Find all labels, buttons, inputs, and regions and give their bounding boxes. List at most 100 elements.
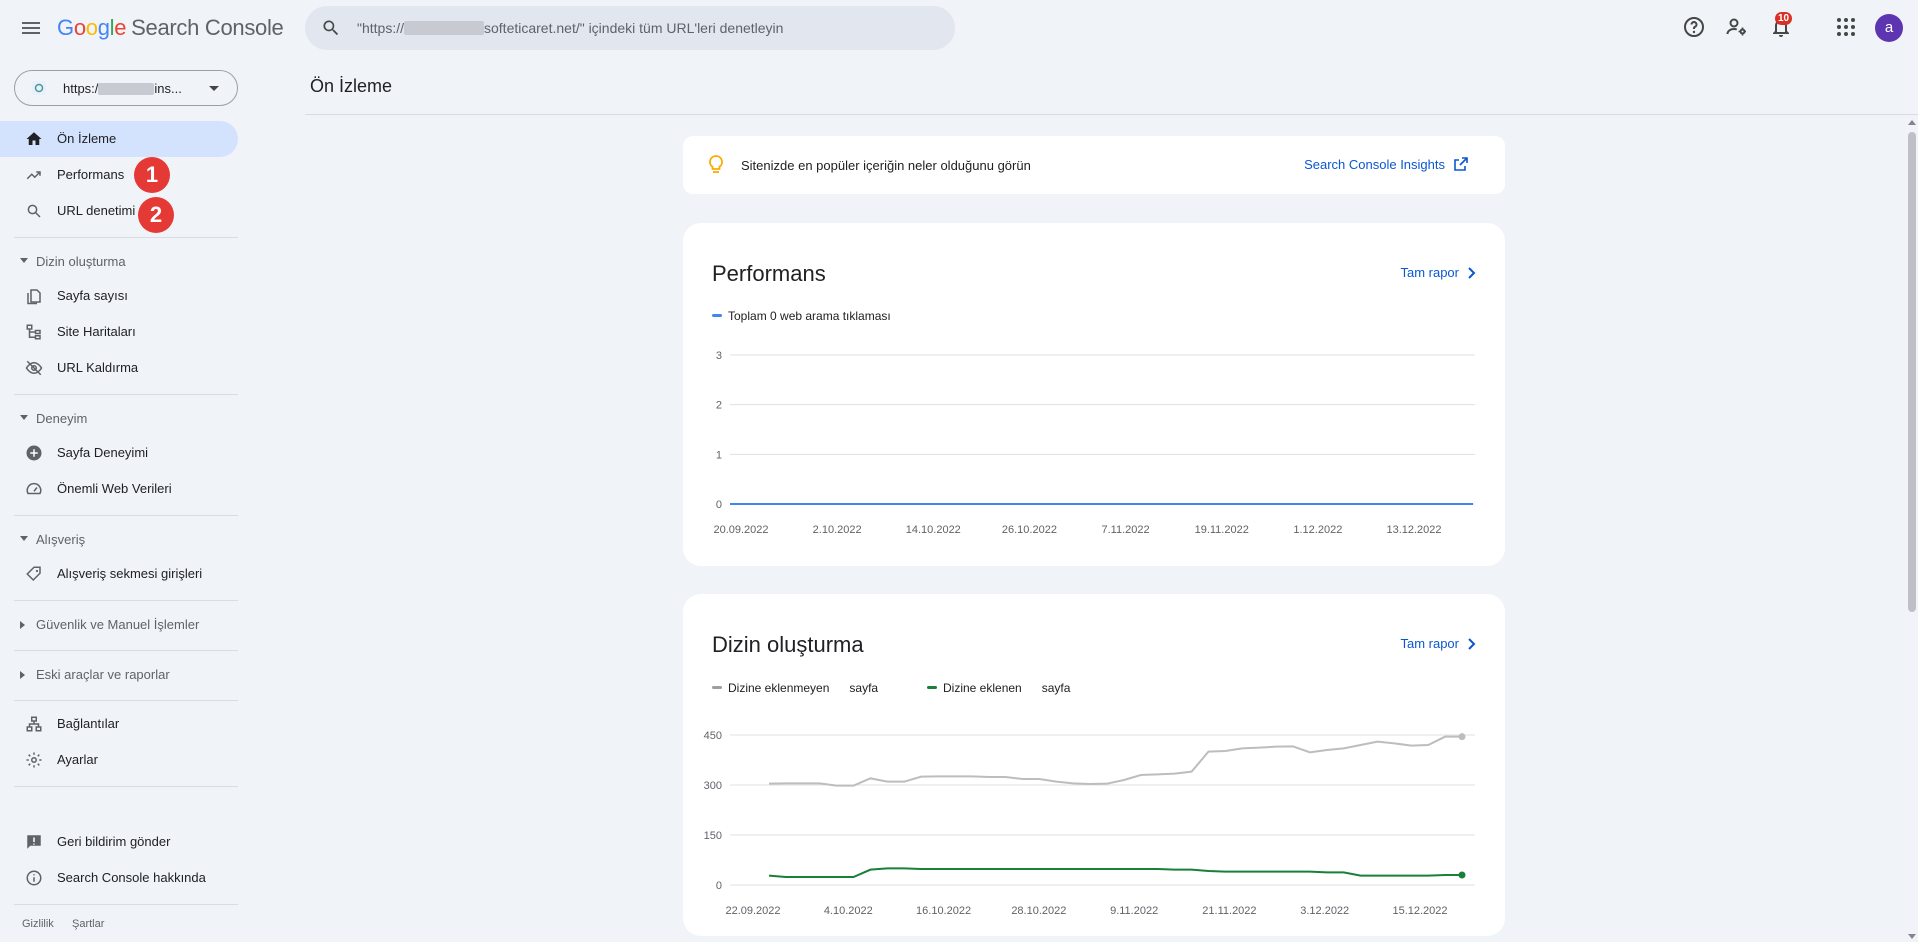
legend-swatch (712, 686, 722, 689)
sidebar-item-page-experience[interactable]: Sayfa Deneyimi (0, 435, 238, 471)
section-indexing[interactable]: Dizin oluşturma (0, 246, 238, 276)
scroll-down-icon[interactable] (1908, 934, 1916, 939)
search-placeholder: "https:// softeticaret.net/" içindeki tüm… (357, 20, 783, 36)
sidebar-item-core-web-vitals[interactable]: Önemli Web Verileri (0, 471, 238, 507)
y-tick-label: 3 (716, 350, 722, 362)
sidebar-item-feedback[interactable]: Geri bildirim gönder (0, 824, 238, 860)
section-label: Eski araçlar ve raporlar (36, 667, 170, 682)
annotation-marker-2: 2 (138, 197, 174, 233)
links-icon (26, 716, 42, 732)
performance-card: Performans Tam rapor Toplam 0 web arama … (683, 223, 1505, 566)
manage-users-icon[interactable] (1725, 15, 1749, 39)
settings-icon (26, 752, 42, 768)
x-tick-label: 2.10.2022 (813, 524, 862, 536)
sidebar-item-performance[interactable]: Performans (0, 157, 238, 193)
search-console-insights-link[interactable]: Search Console Insights (1304, 157, 1445, 172)
redacted-text (98, 83, 155, 95)
chevron-right-icon[interactable] (1463, 636, 1479, 652)
sidebar-divider (14, 394, 238, 395)
logo-letter: e (114, 15, 127, 40)
section-shopping[interactable]: Alışveriş (0, 524, 238, 554)
search-console-logo[interactable]: Google Search Console (57, 15, 284, 41)
y-tick-label: 0 (716, 880, 722, 892)
sidebar-item-pages[interactable]: Sayfa sayısı (0, 278, 238, 314)
sidebar-item-about[interactable]: Search Console hakkında (0, 860, 238, 896)
sidebar-item-links[interactable]: Bağlantılar (0, 706, 238, 742)
terms-link[interactable]: Şartlar (72, 918, 104, 930)
x-tick-label: 4.10.2022 (824, 905, 873, 917)
indexing-card: Dizin oluşturma Tam rapor Dizine eklenme… (683, 594, 1505, 936)
section-security-manual-actions[interactable]: Güvenlik ve Manuel İşlemler (0, 609, 238, 639)
collapse-arrow-icon (20, 536, 28, 541)
sidebar-divider (14, 600, 238, 601)
section-label: Alışveriş (36, 532, 86, 547)
y-tick-label: 300 (704, 780, 722, 792)
sidebar-divider (14, 515, 238, 516)
section-label: Deneyim (36, 411, 88, 426)
sidebar-item-label: Geri bildirim gönder (57, 834, 171, 849)
x-tick-label: 14.10.2022 (906, 524, 961, 536)
chevron-right-icon[interactable] (1463, 265, 1479, 281)
sidebar-item-url-inspection[interactable]: URL denetimi (0, 193, 238, 229)
indexing-title: Dizin oluşturma (712, 632, 864, 657)
sidebar-item-removals[interactable]: URL Kaldırma (0, 350, 238, 386)
legend-swatch (927, 686, 937, 689)
sidebar-item-shopping-tab-listings[interactable]: Alışveriş sekmesi girişleri (0, 556, 238, 592)
sidebar-item-label: Sayfa sayısı (57, 288, 128, 303)
legend-label: Dizine eklenmeyen (728, 681, 830, 695)
x-tick-label: 28.10.2022 (1011, 905, 1066, 917)
series-endpoint (1458, 871, 1466, 879)
sitemap-icon (26, 324, 41, 340)
speed-icon (26, 482, 42, 495)
section-legacy-tools[interactable]: Eski araçlar ve raporlar (0, 659, 238, 689)
sidebar-item-label: Alışveriş sekmesi girişleri (57, 566, 203, 581)
sidebar-item-label: Site Haritaları (57, 324, 136, 339)
property-prefix: https:/ (63, 81, 99, 96)
sidebar-item-overview[interactable]: Ön İzleme (0, 121, 238, 157)
page-title: Ön İzleme (310, 76, 393, 96)
legend-unit: sayfa (1041, 681, 1071, 695)
scroll-up-icon[interactable] (1908, 120, 1916, 125)
sidebar-divider (14, 700, 238, 701)
scrollbar-thumb[interactable] (1908, 132, 1916, 612)
insights-tip-card: Sitenizde en popüler içeriğin neler oldu… (683, 136, 1505, 194)
logo-letter: G (57, 15, 74, 40)
sidebar-divider (14, 237, 238, 238)
open-in-new-icon[interactable] (1453, 156, 1469, 172)
indexing-full-report-link[interactable]: Tam rapor (1400, 636, 1459, 651)
sidebar-item-sitemaps[interactable]: Site Haritaları (0, 314, 238, 350)
help-icon[interactable] (1682, 15, 1706, 39)
search-suffix: softeticaret.net/" içindeki tüm URL'leri… (484, 20, 784, 36)
privacy-link[interactable]: Gizlilik (22, 918, 54, 930)
top-app-bar: Google Search Console "https:// softeticar… (0, 0, 1918, 56)
x-tick-label: 21.11.2022 (1202, 905, 1256, 917)
property-selector[interactable]: https:/ ins... (14, 70, 238, 106)
performance-full-report-link[interactable]: Tam rapor (1400, 265, 1459, 280)
property-suffix: ins... (154, 81, 182, 96)
sidebar-item-label: Önemli Web Verileri (57, 481, 172, 496)
annotation-marker-1: 1 (134, 157, 170, 193)
url-inspection-search[interactable]: "https:// softeticaret.net/" içindeki tüm… (305, 6, 955, 50)
apps-grid-icon[interactable] (1834, 15, 1858, 39)
sidebar-item-label: Search Console hakkında (57, 870, 206, 885)
sidebar-item-settings[interactable]: Ayarlar (0, 742, 238, 778)
tag-icon (26, 566, 41, 582)
performance-chart: 0 1 2 3 20.09.2022 2.10.2022 14.10.2022 26.10.2… (713, 350, 1475, 536)
account-avatar[interactable]: a (1875, 14, 1903, 42)
indexing-chart: 0 150 300 450 22.09.2022 4.10.2022 16.10.2022 2… (704, 730, 1475, 917)
logo-letter: g (97, 15, 110, 40)
x-tick-label: 7.11.2022 (1102, 524, 1150, 536)
y-tick-label: 150 (704, 830, 722, 842)
collapse-arrow-icon (20, 415, 28, 420)
x-tick-label: 1.12.2022 (1293, 524, 1342, 536)
x-tick-label: 26.10.2022 (1002, 524, 1057, 536)
legend-label: Toplam 0 web arama tıklaması (728, 309, 891, 323)
series-endpoint (1458, 733, 1466, 741)
section-experience[interactable]: Deneyim (0, 403, 238, 433)
title-divider (305, 114, 1918, 115)
sidebar-divider (14, 786, 238, 787)
menu-icon[interactable] (19, 16, 43, 40)
visibility-off-icon (25, 360, 43, 376)
feedback-icon (27, 835, 41, 849)
legend-unit: sayfa (849, 681, 879, 695)
